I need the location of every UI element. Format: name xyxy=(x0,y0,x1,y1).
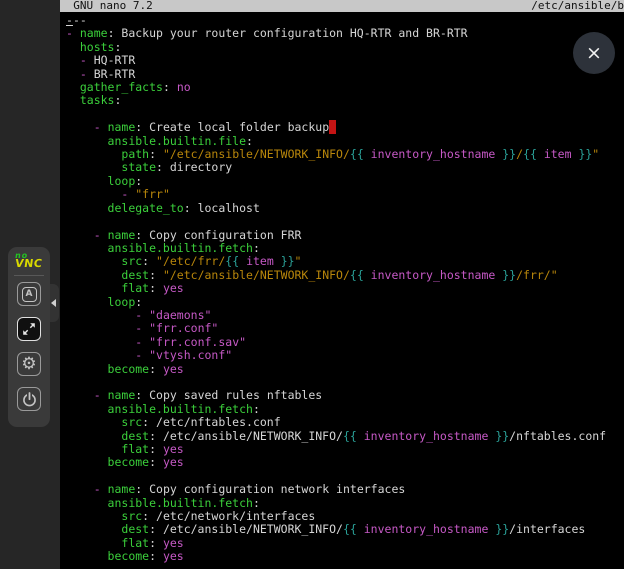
close-icon: × xyxy=(586,42,602,64)
code-line: - "frr.conf.sav" xyxy=(66,336,624,349)
code-line: gather_facts: no xyxy=(66,81,624,94)
code-line: - name: Copy configuration FRR xyxy=(66,229,624,242)
keyboard-button[interactable]: A xyxy=(17,282,41,306)
code-line: dest: "/etc/ansible/NETWORK_INFO/{{ inve… xyxy=(66,269,624,282)
code-line: - "frr.conf" xyxy=(66,322,624,335)
nano-filename: /etc/ansible/b xyxy=(531,0,624,12)
code-line: flat: yes xyxy=(66,282,624,295)
terminal-body: ---- name: Backup your router configurat… xyxy=(60,12,624,564)
close-button[interactable]: × xyxy=(573,32,615,74)
code-line: become: yes xyxy=(66,550,624,563)
keyboard-a-icon: A xyxy=(22,287,37,302)
code-line: hosts: xyxy=(66,41,624,54)
code-line xyxy=(66,376,624,389)
code-line: become: yes xyxy=(66,363,624,376)
code-line: - HQ-RTR xyxy=(66,54,624,67)
power-icon xyxy=(21,391,38,408)
gear-icon: ⚙ xyxy=(21,356,36,373)
code-line: become: yes xyxy=(66,456,624,469)
code-line: dest: /etc/ansible/NETWORK_INFO/{{ inven… xyxy=(66,430,624,443)
code-line: - BR-RTR xyxy=(66,68,624,81)
code-line: ansible.builtin.fetch: xyxy=(66,497,624,510)
code-line: src: /etc/network/interfaces xyxy=(66,510,624,523)
code-line xyxy=(66,108,624,121)
settings-button[interactable]: ⚙ xyxy=(17,352,41,376)
code-line: - "daemons" xyxy=(66,309,624,322)
toolbar-divider xyxy=(14,275,44,276)
code-line: - name: Copy saved rules nftables xyxy=(66,389,624,402)
text-cursor xyxy=(329,120,336,134)
vnc-control-bar: no VNC A ⚙ xyxy=(8,247,50,427)
code-line: path: "/etc/ansible/NETWORK_INFO/{{ inve… xyxy=(66,148,624,161)
code-line: --- xyxy=(66,14,624,27)
code-line: tasks: xyxy=(66,94,624,107)
fullscreen-button[interactable] xyxy=(17,317,41,341)
code-line: - name: Backup your router configuration… xyxy=(66,27,624,40)
nano-titlebar: GNU nano 7.2 /etc/ansible/b xyxy=(60,0,624,12)
code-line: state: directory xyxy=(66,161,624,174)
code-line: ansible.builtin.fetch: xyxy=(66,403,624,416)
terminal-window[interactable]: GNU nano 7.2 /etc/ansible/b ---- name: B… xyxy=(60,0,624,569)
code-line: loop: xyxy=(66,175,624,188)
disconnect-button[interactable] xyxy=(17,387,41,411)
code-line: src: "/etc/frr/{{ item }}" xyxy=(66,255,624,268)
code-line: ansible.builtin.file: xyxy=(66,135,624,148)
code-line: dest: /etc/ansible/NETWORK_INFO/{{ inven… xyxy=(66,523,624,536)
novnc-logo-vnc: VNC xyxy=(15,260,43,268)
code-line xyxy=(66,470,624,483)
code-line: delegate_to: localhost xyxy=(66,202,624,215)
code-line: loop: xyxy=(66,296,624,309)
fullscreen-icon xyxy=(21,321,37,337)
code-line: - "vtysh.conf" xyxy=(66,349,624,362)
nano-version-label: GNU nano 7.2 xyxy=(60,0,153,12)
code-line xyxy=(66,215,624,228)
code-line: - "frr" xyxy=(66,188,624,201)
novnc-logo: no VNC xyxy=(15,252,42,268)
code-line: ansible.builtin.fetch: xyxy=(66,242,624,255)
code-line: - name: Create local folder backup xyxy=(66,121,624,134)
code-line: - name: Copy configuration network inter… xyxy=(66,483,624,496)
chevron-left-icon xyxy=(51,299,56,307)
code-line: flat: yes xyxy=(66,537,624,550)
code-line: src: /etc/nftables.conf xyxy=(66,416,624,429)
code-line: flat: yes xyxy=(66,443,624,456)
